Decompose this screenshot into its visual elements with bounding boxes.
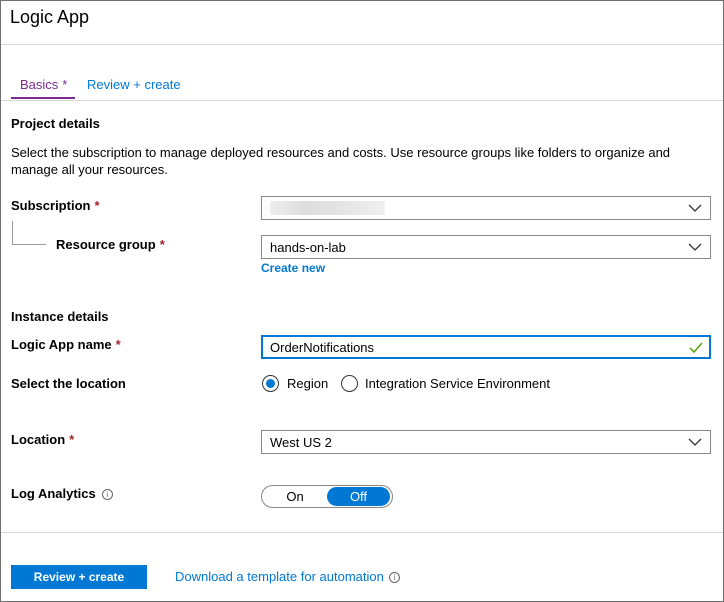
active-tab-indicator	[11, 97, 75, 99]
location-dropdown[interactable]: West US 2	[261, 430, 711, 454]
instance-details-heading: Instance details	[11, 309, 109, 324]
subscription-value-redacted	[270, 201, 385, 215]
review-create-button[interactable]: Review + create	[11, 565, 147, 589]
tab-review-create[interactable]: Review + create	[87, 77, 181, 92]
info-icon[interactable]: i	[388, 572, 400, 584]
subscription-dropdown[interactable]	[261, 196, 711, 220]
tab-basics-label: Basics	[20, 77, 59, 92]
footer-divider	[1, 532, 723, 533]
chevron-down-icon	[688, 243, 702, 251]
subscription-label: Subscription *	[11, 198, 100, 213]
tree-connector-horizontal	[12, 244, 46, 245]
tabs-divider	[1, 100, 723, 101]
checkmark-icon	[689, 342, 703, 354]
logic-app-name-label: Logic App name *	[11, 337, 121, 352]
log-analytics-toggle[interactable]: On Off	[261, 485, 393, 508]
radio-ise-label[interactable]: Integration Service Environment	[365, 376, 550, 391]
logic-app-name-value: OrderNotifications	[270, 340, 375, 355]
tab-basics[interactable]: Basics *	[20, 77, 67, 92]
log-analytics-label: Log Analytics i	[11, 486, 113, 501]
location-value: West US 2	[270, 435, 332, 450]
resource-group-label-text: Resource group	[56, 237, 156, 252]
create-new-link[interactable]: Create new	[261, 261, 325, 275]
required-mark: *	[159, 237, 165, 252]
download-template-label: Download a template for automation	[175, 569, 384, 584]
select-location-label: Select the location	[11, 376, 126, 391]
title-divider	[1, 44, 723, 45]
tree-connector-vertical	[12, 221, 13, 245]
required-mark: *	[69, 432, 75, 447]
chevron-down-icon	[688, 438, 702, 446]
resource-group-value: hands-on-lab	[270, 240, 346, 255]
toggle-on-option[interactable]: On	[263, 486, 327, 507]
chevron-down-icon	[688, 204, 702, 212]
logic-app-name-input[interactable]: OrderNotifications	[261, 335, 711, 359]
toggle-off-option[interactable]: Off	[327, 487, 390, 506]
subscription-label-text: Subscription	[11, 198, 91, 213]
required-mark: *	[94, 198, 100, 213]
location-label: Location *	[11, 432, 74, 447]
resource-group-dropdown[interactable]: hands-on-lab	[261, 235, 711, 259]
logic-app-name-label-text: Logic App name	[11, 337, 112, 352]
location-label-text: Location	[11, 432, 66, 447]
download-template-link[interactable]: Download a template for automation i	[175, 569, 400, 584]
radio-region[interactable]	[262, 375, 279, 392]
info-icon[interactable]: i	[101, 489, 113, 501]
project-details-description: Select the subscription to manage deploy…	[11, 145, 671, 177]
project-details-heading: Project details	[11, 116, 100, 131]
required-mark: *	[62, 77, 68, 92]
log-analytics-label-text: Log Analytics	[11, 486, 96, 501]
radio-region-label[interactable]: Region	[287, 376, 328, 391]
radio-ise[interactable]	[341, 375, 358, 392]
page-title: Logic App	[10, 7, 90, 27]
required-mark: *	[115, 337, 121, 352]
resource-group-label: Resource group *	[56, 237, 165, 252]
